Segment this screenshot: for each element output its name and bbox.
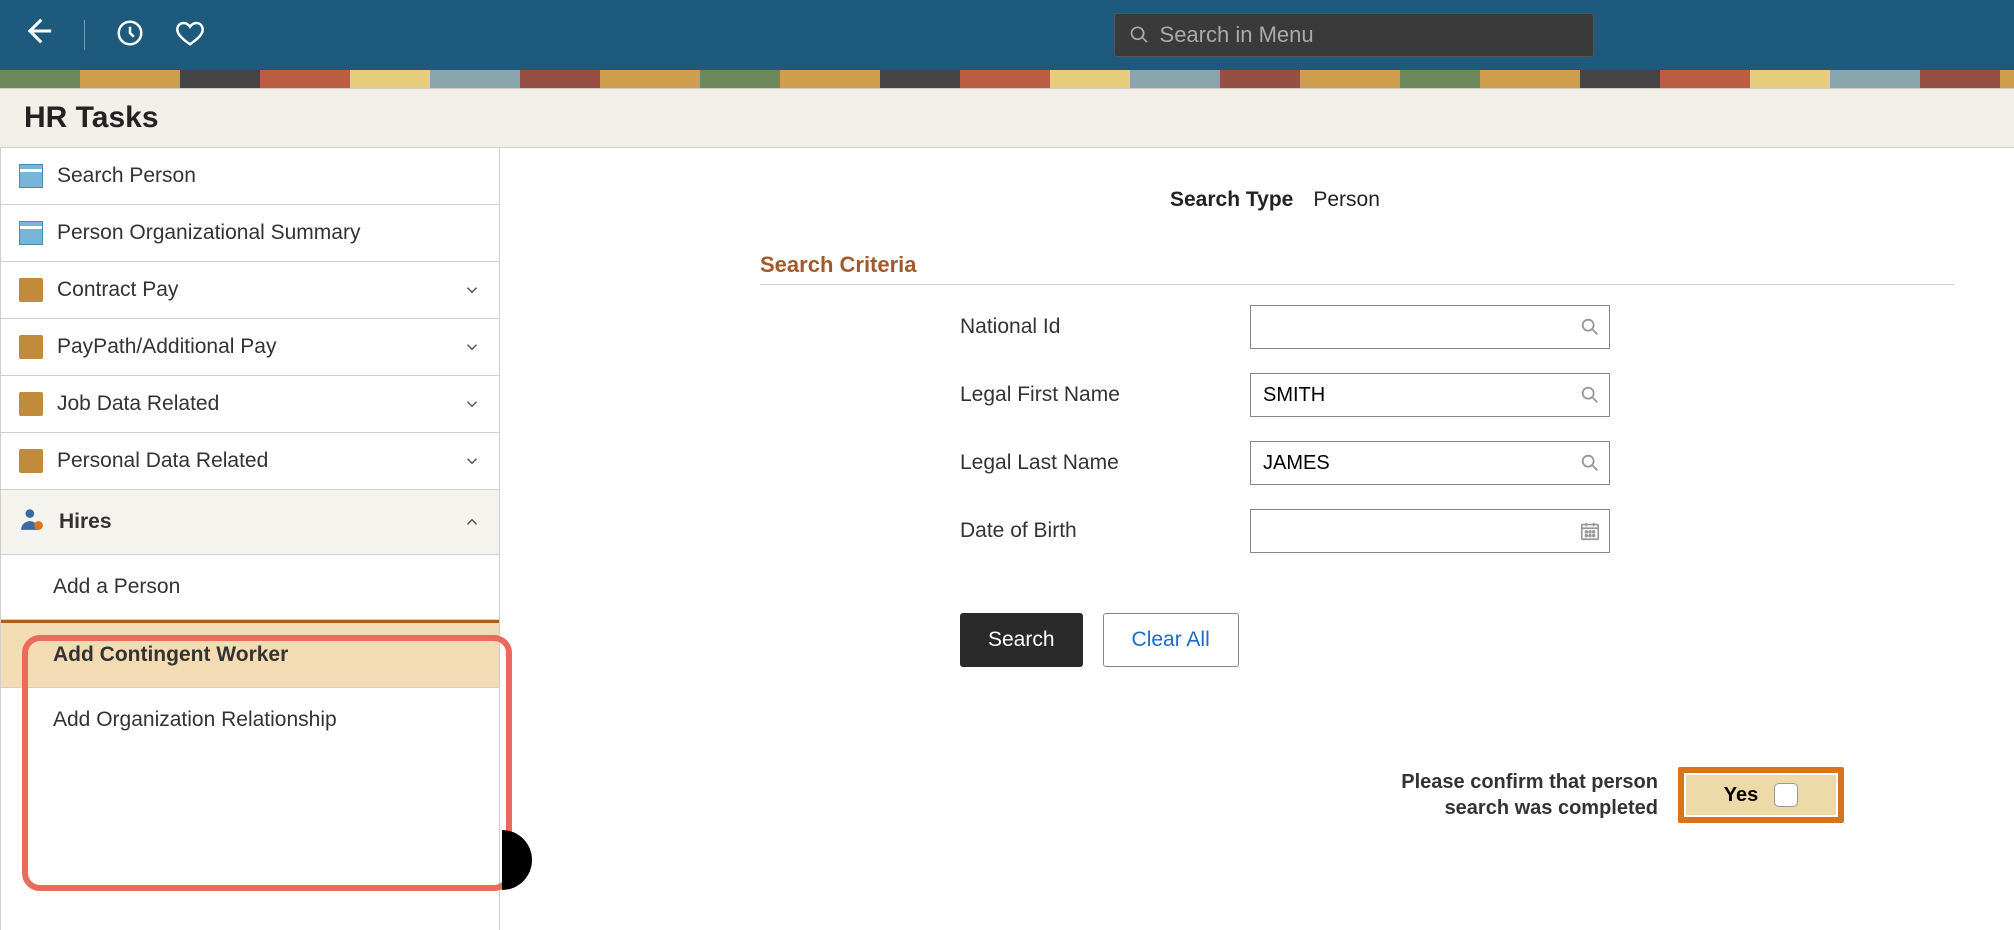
sidebar-sub-add-org-relationship[interactable]: Add Organization Relationship <box>1 688 499 752</box>
chevron-down-icon <box>463 338 481 356</box>
page-title: HR Tasks <box>24 101 1990 135</box>
field-label: Legal Last Name <box>960 451 1250 475</box>
person-icon <box>19 506 45 538</box>
search-criteria-heading: Search Criteria <box>760 252 1954 285</box>
field-dob: Date of Birth <box>960 509 1954 553</box>
main-area: Search Person Person Organizational Summ… <box>0 148 2014 930</box>
calendar-icon[interactable] <box>1579 520 1601 542</box>
header-left-controls <box>20 14 205 56</box>
search-type-label: Search Type <box>1170 188 1293 212</box>
field-last-name: Legal Last Name <box>960 441 1954 485</box>
confirm-text: Please confirm that person search was co… <box>1401 769 1658 821</box>
first-name-input-wrap[interactable] <box>1250 373 1610 417</box>
sidebar-item-label: Contract Pay <box>57 278 178 302</box>
first-name-input[interactable] <box>1259 376 1579 415</box>
confirm-line1: Please confirm that person <box>1401 769 1658 795</box>
confirm-row: Please confirm that person search was co… <box>560 767 1954 823</box>
divider <box>84 20 85 50</box>
chevron-down-icon <box>463 452 481 470</box>
sidebar-item-person-org-summary[interactable]: Person Organizational Summary <box>1 205 499 262</box>
page-icon <box>19 164 43 188</box>
search-button[interactable]: Search <box>960 613 1083 667</box>
content-area: Search Type Person Search Criteria Natio… <box>500 148 2014 930</box>
lookup-icon[interactable] <box>1579 316 1601 338</box>
sidebar-item-label: Person Organizational Summary <box>57 221 360 245</box>
sidebar-item-label: Add Organization Relationship <box>53 708 337 731</box>
app-header <box>0 0 2014 70</box>
dob-input-wrap[interactable] <box>1250 509 1610 553</box>
sidebar-item-label: Hires <box>59 510 112 534</box>
confirm-toggle-highlight: Yes <box>1678 767 1844 823</box>
sidebar-item-label: Personal Data Related <box>57 449 268 473</box>
chevron-up-icon <box>463 513 481 531</box>
sidebar-item-hires[interactable]: Hires <box>1 490 499 555</box>
sidebar-item-paypath[interactable]: PayPath/Additional Pay <box>1 319 499 376</box>
last-name-input-wrap[interactable] <box>1250 441 1610 485</box>
sidebar-sub-add-person[interactable]: Add a Person <box>1 555 499 620</box>
field-label: Legal First Name <box>960 383 1250 407</box>
folder-icon <box>19 449 43 473</box>
last-name-input[interactable] <box>1259 444 1579 483</box>
sidebar-item-label: Job Data Related <box>57 392 219 416</box>
sidebar-item-label: Search Person <box>57 164 196 188</box>
decorative-ribbon <box>0 70 2014 88</box>
button-row: Search Clear All <box>960 613 1954 667</box>
sidebar-item-job-data[interactable]: Job Data Related <box>1 376 499 433</box>
clear-all-button[interactable]: Clear All <box>1103 613 1239 667</box>
search-type-value: Person <box>1313 188 1380 212</box>
toggle-label: Yes <box>1724 784 1758 807</box>
page-title-bar: HR Tasks <box>0 88 2014 148</box>
dob-input[interactable] <box>1259 512 1579 551</box>
chevron-down-icon <box>463 395 481 413</box>
lookup-icon[interactable] <box>1579 384 1601 406</box>
confirm-toggle[interactable]: Yes <box>1686 775 1836 815</box>
sidebar-item-search-person[interactable]: Search Person <box>1 148 499 205</box>
sidebar-item-label: Add a Person <box>53 575 180 598</box>
folder-icon <box>19 335 43 359</box>
field-label: National Id <box>960 315 1250 339</box>
search-type-row: Search Type Person <box>1170 188 1954 212</box>
field-label: Date of Birth <box>960 519 1250 543</box>
global-search[interactable] <box>1114 13 1594 57</box>
sidebar-item-label: Add Contingent Worker <box>53 643 288 666</box>
sidebar: Search Person Person Organizational Summ… <box>0 148 500 930</box>
back-arrow-icon[interactable] <box>20 14 54 56</box>
favorite-icon[interactable] <box>175 18 205 53</box>
sidebar-item-label: PayPath/Additional Pay <box>57 335 276 359</box>
lookup-icon[interactable] <box>1579 452 1601 474</box>
sidebar-item-contract-pay[interactable]: Contract Pay <box>1 262 499 319</box>
search-icon <box>1129 24 1150 46</box>
sidebar-sub-add-contingent-worker[interactable]: Add Contingent Worker <box>1 620 499 688</box>
sidebar-item-personal-data[interactable]: Personal Data Related <box>1 433 499 490</box>
confirm-line2: search was completed <box>1401 795 1658 821</box>
national-id-input-wrap[interactable] <box>1250 305 1610 349</box>
chevron-down-icon <box>463 281 481 299</box>
national-id-input[interactable] <box>1259 308 1579 347</box>
recent-icon[interactable] <box>115 18 145 53</box>
folder-icon <box>19 278 43 302</box>
field-national-id: National Id <box>960 305 1954 349</box>
folder-icon <box>19 392 43 416</box>
field-first-name: Legal First Name <box>960 373 1954 417</box>
toggle-knob[interactable] <box>1774 783 1798 807</box>
global-search-input[interactable] <box>1160 22 1579 48</box>
page-icon <box>19 221 43 245</box>
